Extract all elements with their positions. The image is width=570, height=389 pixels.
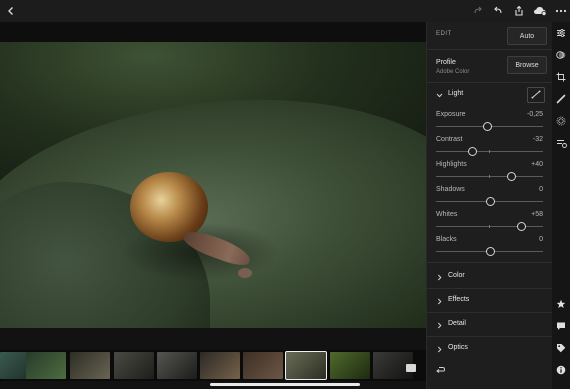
- exposure-slider-knob[interactable]: [483, 122, 493, 131]
- blacks-value[interactable]: 0: [539, 236, 543, 243]
- divider: [427, 336, 553, 337]
- auto-button[interactable]: Auto: [507, 27, 547, 45]
- section-color-title: Color: [448, 272, 465, 279]
- filmstrip-thumb[interactable]: [200, 352, 240, 379]
- blacks-label: Blacks: [436, 236, 457, 243]
- edit-panel: EDIT Auto Profile Adobe Color Browse Lig…: [426, 22, 553, 389]
- exposure-slider[interactable]: [436, 122, 543, 131]
- divider: [427, 49, 553, 50]
- section-light-title: Light: [448, 90, 464, 97]
- crop-icon[interactable]: [555, 71, 567, 83]
- profile-label: Profile: [436, 59, 456, 66]
- section-effects-title: Effects: [448, 296, 470, 303]
- shadows-label: Shadows: [436, 186, 465, 193]
- presets-icon[interactable]: [555, 49, 567, 61]
- highlights-value[interactable]: +40: [531, 161, 543, 168]
- shadows-value[interactable]: 0: [539, 186, 543, 193]
- blacks-slider[interactable]: [436, 247, 543, 256]
- chevron-right-icon: [435, 345, 443, 353]
- whites-value[interactable]: +58: [531, 211, 543, 218]
- photo-canvas[interactable]: [0, 22, 426, 328]
- contrast-slider[interactable]: [436, 147, 543, 156]
- section-detail-header[interactable]: Detail: [427, 317, 553, 333]
- section-detail-title: Detail: [448, 320, 466, 327]
- share-icon[interactable]: [511, 3, 527, 19]
- home-indicator: [210, 383, 360, 386]
- top-toolbar: [0, 0, 570, 22]
- filmstrip-thumb[interactable]: [114, 352, 154, 379]
- divider: [427, 288, 553, 289]
- tone-curve-button[interactable]: [527, 87, 545, 103]
- shadows-slider-knob[interactable]: [485, 197, 495, 206]
- edit-sliders-icon[interactable]: [555, 27, 567, 39]
- tone-curve-icon: [531, 86, 541, 104]
- chevron-right-icon: [435, 321, 443, 329]
- divider: [427, 262, 553, 263]
- filmstrip-thumb[interactable]: [157, 352, 197, 379]
- section-color-header[interactable]: Color: [427, 269, 553, 285]
- whites-label: Whites: [436, 211, 458, 218]
- contrast-slider-knob[interactable]: [468, 147, 478, 156]
- back-icon[interactable]: [3, 3, 19, 19]
- info-icon[interactable]: [555, 364, 567, 376]
- whites-slider-center-tick: [489, 225, 490, 228]
- chevron-down-icon: [435, 91, 443, 99]
- reset-undo-icon[interactable]: [435, 364, 447, 376]
- whites-slider[interactable]: [436, 222, 543, 231]
- section-effects-header[interactable]: Effects: [427, 293, 553, 309]
- chevron-right-icon: [435, 273, 443, 281]
- radial-filter-icon[interactable]: [555, 115, 567, 127]
- contrast-value[interactable]: -32: [533, 136, 543, 143]
- photo-image: [0, 42, 426, 328]
- edit-panel-title: EDIT: [436, 31, 452, 37]
- browse-profiles-button[interactable]: Browse: [507, 56, 547, 74]
- exposure-label: Exposure: [436, 111, 466, 118]
- filmstrip: [0, 350, 426, 381]
- profile-value: Adobe Color: [436, 69, 470, 75]
- filmstrip-thumb[interactable]: [330, 352, 370, 379]
- tag-icon[interactable]: [555, 342, 567, 354]
- divider: [427, 82, 553, 83]
- filmstrip-thumb[interactable]: [243, 352, 283, 379]
- photo-stack-icon[interactable]: [406, 364, 416, 372]
- highlights-slider-knob[interactable]: [506, 172, 516, 181]
- redo-icon[interactable]: [470, 3, 486, 19]
- section-optics-header[interactable]: Optics: [427, 341, 553, 357]
- shadows-slider[interactable]: [436, 197, 543, 206]
- contrast-label: Contrast: [436, 136, 463, 143]
- highlights-slider[interactable]: [436, 172, 543, 181]
- divider: [427, 312, 553, 313]
- chevron-right-icon: [435, 297, 443, 305]
- star-icon[interactable]: [555, 298, 567, 310]
- exposure-value[interactable]: -0,25: [527, 111, 543, 118]
- filmstrip-thumb[interactable]: [26, 352, 66, 379]
- section-optics-title: Optics: [448, 344, 468, 351]
- highlights-label: Highlights: [436, 161, 467, 168]
- blacks-slider-knob[interactable]: [485, 247, 495, 256]
- filmstrip-thumb[interactable]: [70, 352, 110, 379]
- filmstrip-thumb-selected[interactable]: [285, 351, 327, 380]
- cloud-sync-icon[interactable]: [532, 3, 548, 19]
- right-tool-rail: [552, 22, 570, 389]
- comment-icon[interactable]: [555, 320, 567, 332]
- healing-brush-icon[interactable]: [555, 93, 567, 105]
- selective-adjust-icon[interactable]: [555, 137, 567, 149]
- highlights-slider-center-tick: [489, 175, 490, 178]
- undo-icon[interactable]: [490, 3, 506, 19]
- contrast-slider-center-tick: [489, 150, 490, 153]
- whites-slider-knob[interactable]: [516, 222, 526, 231]
- more-icon[interactable]: [553, 3, 569, 19]
